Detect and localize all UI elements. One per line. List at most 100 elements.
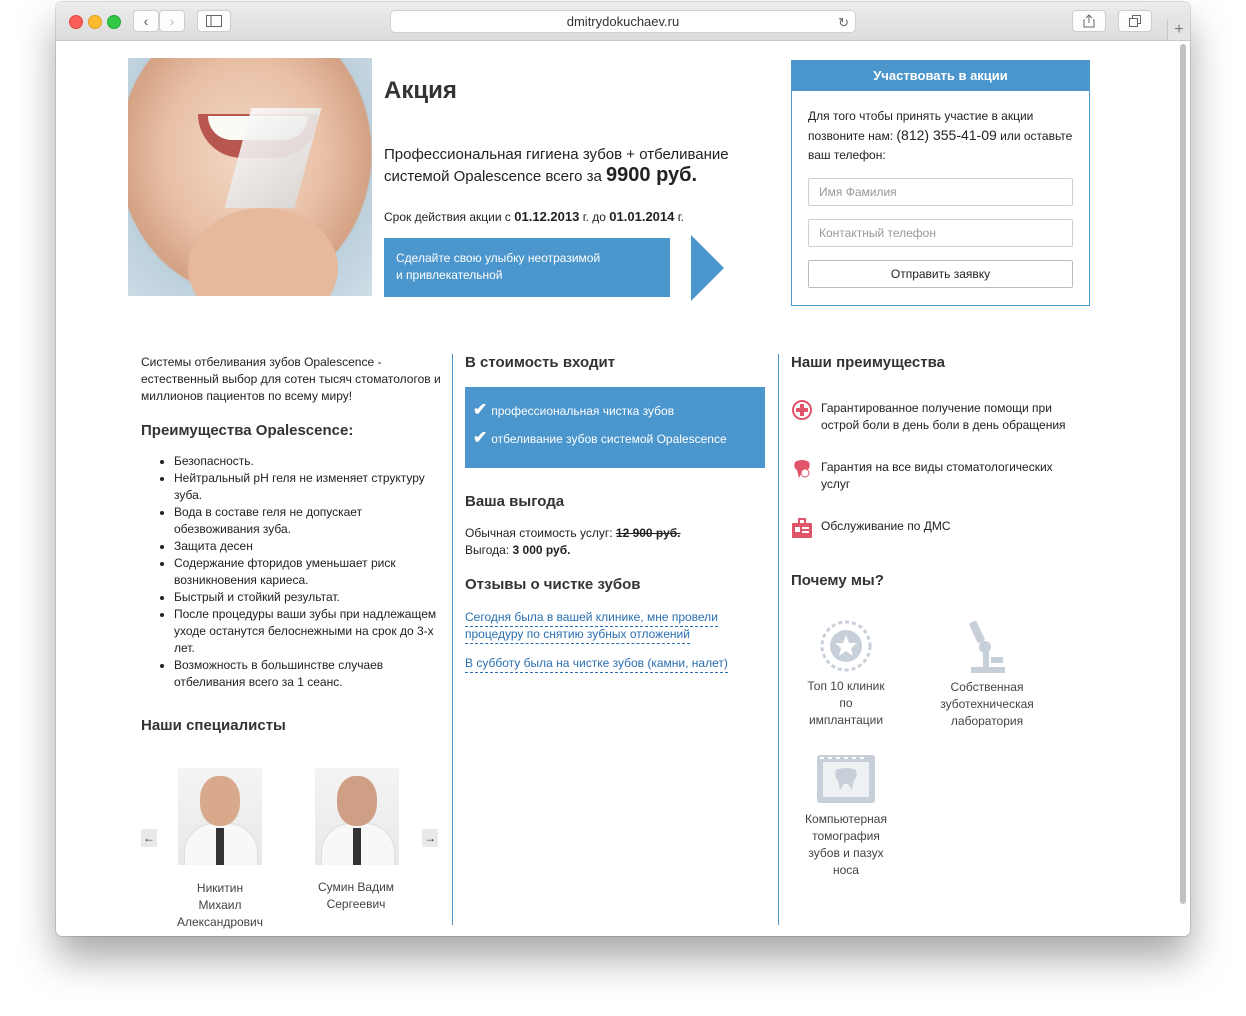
- share-button[interactable]: [1072, 10, 1106, 32]
- minimize-window-button[interactable]: [88, 15, 102, 29]
- list-item: Вода в составе геля не допускает обезвож…: [174, 504, 449, 538]
- list-item: Безопасность.: [174, 453, 449, 470]
- advantage-line: Гарантированное получение помощи при: [821, 401, 1052, 415]
- dates-suffix: г.: [677, 210, 684, 224]
- advantage-line: Обслуживание по ДМС: [821, 519, 951, 533]
- tabs-overview-button[interactable]: [1118, 10, 1152, 32]
- why-us-title: Почему мы?: [791, 572, 884, 589]
- cta-line-2: и привлекательной: [396, 268, 503, 282]
- cta-line-1: Сделайте свою улыбку неотразимой: [396, 251, 601, 265]
- regular-label: Обычная стоимость услуг:: [465, 526, 613, 540]
- specialist-name-line: Михаил: [198, 898, 242, 912]
- scrollbar[interactable]: [1180, 44, 1186, 904]
- forward-button[interactable]: ›: [159, 10, 185, 32]
- includes-title: В стоимость входит: [465, 354, 616, 371]
- dates-mid: г. до: [582, 210, 606, 224]
- why-label-line: зубов и пазух: [808, 846, 884, 860]
- tomography-icon: [816, 754, 876, 804]
- specialist-name-line: Сергеевич: [326, 897, 386, 911]
- why-item-label: Собственная зуботехническая лаборатория: [932, 679, 1042, 730]
- advantage-item: Обслуживание по ДМС: [821, 518, 1081, 535]
- review-link[interactable]: Сегодня была в вашей клинике, мне провел…: [465, 609, 718, 627]
- arrow-right-icon: →: [424, 831, 436, 845]
- clinic-phone: (812) 355-41-09: [896, 127, 997, 143]
- dates-prefix: Срок действия акции с: [384, 210, 511, 224]
- specialist-name[interactable]: Сумин Вадим Сергеевич: [304, 879, 408, 913]
- page-content: Акция Профессиональная гигиена зубов + о…: [56, 41, 1190, 936]
- advantage-item: Гарантированное получение помощи при ост…: [821, 400, 1081, 434]
- include-label: отбеливание зубов системой Opalescence: [491, 432, 727, 446]
- zoom-window-button[interactable]: [107, 15, 121, 29]
- list-item: ✔ профессиональная чистка зубов: [473, 400, 674, 420]
- list-item: Защита десен: [174, 538, 449, 555]
- arrow-right-icon: [691, 235, 724, 301]
- specialist-name[interactable]: Никитин Михаил Александрович: [168, 880, 272, 931]
- sidebar-icon: [206, 15, 222, 27]
- url-text: dmitrydokuchaev.ru: [566, 14, 680, 29]
- reviews-title: Отзывы о чистке зубов: [465, 576, 641, 593]
- column-divider: [778, 354, 779, 925]
- specialists-title: Наши специалисты: [141, 717, 286, 734]
- why-item-label: Компьютерная томография зубов и пазух но…: [796, 811, 896, 879]
- list-item: Возможность в большинстве случаев отбели…: [174, 657, 449, 691]
- gain-row: Выгода: 3 000 руб.: [465, 542, 681, 559]
- submit-button[interactable]: Отправить заявку: [808, 260, 1073, 288]
- why-label-line: Топ 10 клиник: [807, 679, 885, 693]
- cta-banner[interactable]: Сделайте свою улыбку неотразимой и привл…: [384, 238, 670, 297]
- why-label-line: Компьютерная: [805, 812, 887, 826]
- regular-price: 12 900 руб.: [615, 526, 681, 540]
- advantage-line: острой боли в день боли в день обращения: [821, 418, 1066, 432]
- list-item: После процедуры ваши зубы при надлежащем…: [174, 606, 449, 657]
- specialist-name-line: Александрович: [176, 915, 264, 929]
- checkmark-icon: ✔: [473, 400, 488, 419]
- date-from: 01.12.2013: [514, 209, 580, 224]
- why-item-label: Топ 10 клиник по имплантации: [801, 678, 891, 729]
- opalescence-intro: Системы отбеливания зубов Opalescence - …: [141, 355, 441, 403]
- why-label-line: по: [839, 696, 853, 710]
- chevron-right-icon: ›: [169, 13, 175, 29]
- plus-icon: +: [1174, 21, 1184, 38]
- specialist-photo[interactable]: [178, 768, 262, 865]
- share-icon: [1083, 14, 1095, 28]
- reload-icon[interactable]: ↻: [838, 12, 849, 33]
- specialist-name-line: Никитин: [196, 881, 244, 895]
- medical-card-icon: [791, 518, 813, 540]
- advantage-line: Гарантия на все виды стоматологических: [821, 460, 1053, 474]
- sidebar-toggle-button[interactable]: [197, 10, 231, 32]
- list-item: Быстрый и стойкий результат.: [174, 589, 449, 606]
- tabs-icon: [1129, 15, 1141, 27]
- carousel-next-button[interactable]: →: [422, 829, 438, 847]
- form-instructions: Для того чтобы принять участие в акции п…: [808, 107, 1078, 165]
- includes-box: ✔ профессиональная чистка зубов ✔ отбелива…: [465, 387, 765, 468]
- phone-input[interactable]: Контактный телефон: [808, 219, 1073, 247]
- benefits-title: Преимущества Opalescence:: [141, 422, 354, 439]
- gain-details: Обычная стоимость услуг: 12 900 руб. Выг…: [465, 525, 681, 559]
- promo-description: Профессиональная гигиена зубов + отбелив…: [384, 144, 764, 187]
- specialist-name-line: Сумин Вадим: [317, 880, 395, 894]
- close-window-button[interactable]: [69, 15, 83, 29]
- gain-label: Выгода:: [465, 543, 510, 557]
- advantages-title: Наши преимущества: [791, 354, 945, 371]
- award-star-icon: [819, 619, 873, 673]
- promo-signup-form: Участвовать в акции Для того чтобы приня…: [791, 60, 1090, 306]
- specialist-photo[interactable]: [315, 768, 399, 865]
- carousel-prev-button[interactable]: ←: [141, 829, 157, 847]
- gain-value: 3 000 руб.: [512, 543, 571, 557]
- smile-hero-image: [128, 58, 372, 296]
- why-label-line: томография: [812, 829, 880, 843]
- promo-dates: Срок действия акции с 01.12.2013 г. до 0…: [384, 209, 684, 224]
- why-label-line: зуботехническая: [940, 697, 1034, 711]
- medical-cross-icon: [791, 399, 813, 421]
- browser-toolbar: ‹ › dmitrydokuchaev.ru ↻ +: [56, 2, 1190, 41]
- why-label-line: Собственная: [950, 680, 1024, 694]
- review-link[interactable]: В субботу была на чистке зубов (камни, н…: [465, 655, 728, 673]
- list-item: Нейтральный pH геля не изменяет структур…: [174, 470, 449, 504]
- back-button[interactable]: ‹: [133, 10, 159, 32]
- why-label-line: носа: [833, 863, 859, 877]
- name-input[interactable]: Имя Фамилия: [808, 178, 1073, 206]
- review-link[interactable]: процедуру по снятию зубных отложений: [465, 626, 690, 644]
- benefits-list: Безопасность. Нейтральный pH геля не изм…: [160, 453, 449, 691]
- new-tab-button[interactable]: +: [1167, 20, 1190, 40]
- address-bar[interactable]: dmitrydokuchaev.ru ↻: [390, 10, 856, 33]
- browser-window: ‹ › dmitrydokuchaev.ru ↻ + Акция Професс…: [56, 2, 1190, 936]
